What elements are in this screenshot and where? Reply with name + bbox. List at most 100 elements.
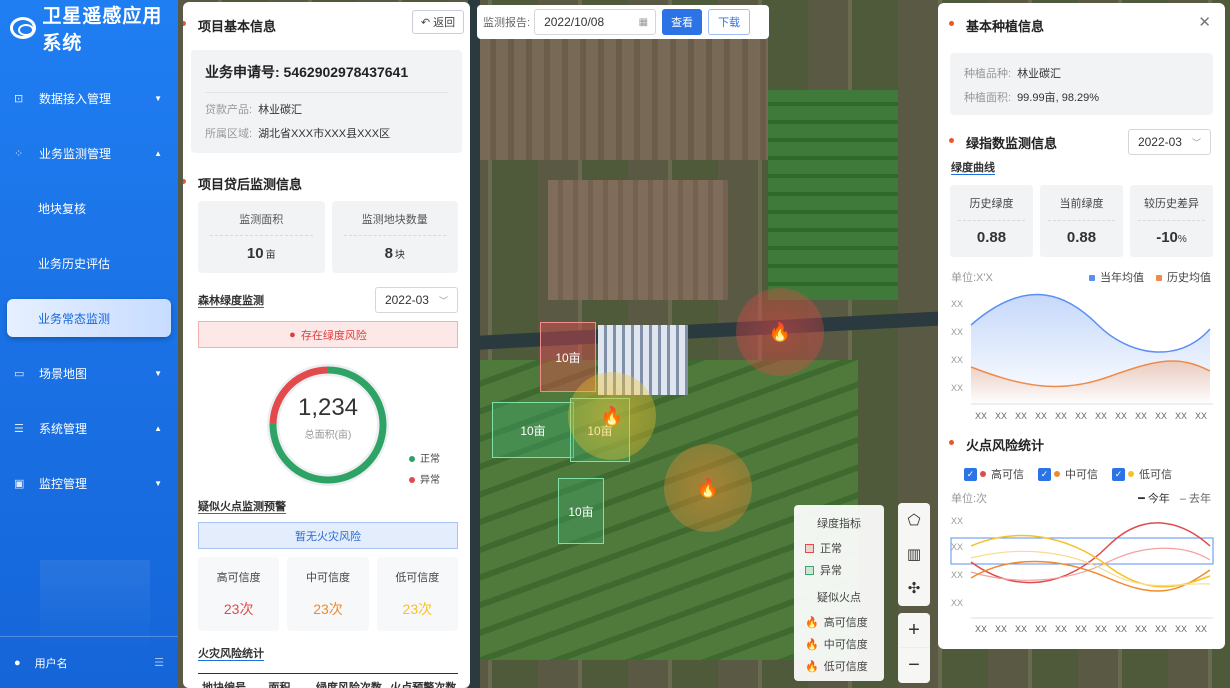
x-tick: XX: [975, 411, 987, 421]
nav-data-import[interactable]: ⊡ 数据接入管理 ▼: [0, 71, 178, 126]
nav-system[interactable]: ☰ 系统管理 ▲: [0, 401, 178, 456]
user-bar[interactable]: ● 用户名 ☰: [0, 636, 178, 688]
legend-last-year: 去年: [1189, 493, 1211, 505]
collapse-icon[interactable]: ☰: [154, 656, 164, 669]
stat-current-green: 当前绿度 0.88: [1040, 185, 1123, 257]
monitor-icon: ▣: [14, 478, 25, 490]
conf-value: 23次: [223, 601, 254, 617]
legend-label: 中可信度: [823, 639, 868, 651]
map-legend: 绿度指标 正常 异常 疑似火点 🔥 高可信度 🔥 中可信度 🔥 低可信度: [794, 505, 884, 681]
forest-month-select[interactable]: 2022-03 ﹀: [374, 287, 458, 313]
nav-monitor[interactable]: ▣ 监控管理 ▼: [0, 456, 178, 511]
check-high[interactable]: ✓ 高可信: [964, 466, 1024, 482]
legend-normal: 正常: [420, 454, 440, 465]
x-tick: XX: [1115, 624, 1127, 634]
flame-icon: 🔥: [805, 660, 819, 673]
download-button[interactable]: 下载: [708, 9, 751, 35]
road-layer-icon[interactable]: ▥: [898, 537, 930, 571]
logo-icon: [10, 17, 37, 39]
data-import-icon: ⊡: [14, 93, 24, 105]
select-value: 2022-03: [1137, 135, 1182, 149]
low-dot: [1128, 471, 1134, 477]
fire-point-high[interactable]: 🔥: [736, 288, 824, 376]
map-icon: ▭: [14, 368, 25, 380]
report-date-picker[interactable]: 2022/10/08 ▦: [534, 9, 657, 35]
conf-high: 高可信度 23次: [198, 557, 280, 631]
calendar-icon: ▦: [638, 16, 649, 28]
x-tick: XX: [1095, 624, 1107, 634]
date-value: 2022/10/08: [544, 15, 605, 29]
stat-area: 监测面积 10 亩: [198, 201, 325, 273]
legend-mid: 🔥 中可信度: [794, 633, 884, 655]
stat-label: 监测面积: [210, 211, 313, 236]
nav-sub-history-eval[interactable]: 业务历史评估: [0, 236, 178, 291]
parcel-normal[interactable]: 10亩: [558, 478, 604, 544]
stat-label: 当前绿度: [1048, 195, 1115, 221]
legend-cur-dot: [1089, 275, 1095, 281]
y-tick: XX: [951, 516, 963, 526]
legend-abnormal: 异常: [794, 559, 884, 581]
forest-title: 森林绿度监测: [198, 295, 264, 307]
donut-total-label: 总面积(亩): [304, 430, 352, 441]
polygon-draw-icon[interactable]: ⬠: [898, 503, 930, 537]
nav-scene-map[interactable]: ▭ 场景地图 ▼: [0, 346, 178, 401]
grid-icon: ⁘: [14, 148, 24, 160]
warning-icon: ●: [289, 328, 296, 341]
zoom-in-button[interactable]: +: [898, 613, 930, 648]
chevron-up-icon: ▲: [154, 424, 162, 433]
donut-area: 1,234 总面积(亩) 正常 异常: [183, 348, 470, 498]
this-year-mark: ━: [1138, 493, 1145, 505]
legend-history: 历史均值: [1167, 272, 1211, 284]
x-tick: XX: [1095, 411, 1107, 421]
x-tick: XX: [1015, 624, 1027, 634]
x-tick: XX: [1035, 624, 1047, 634]
nav-business-monitor[interactable]: ⁘ 业务监测管理 ▲: [0, 126, 178, 181]
stat-value: 0.88: [1066, 229, 1097, 246]
region-row: 所属区域: 湖北省XXX市XXX县XXX区: [205, 125, 448, 141]
check-mid[interactable]: ✓ 中可信: [1038, 466, 1098, 482]
nav-sub-routine-monitor[interactable]: 业务常态监测: [7, 299, 171, 337]
parcel-label: 10亩: [568, 504, 594, 519]
monitor-title: 项目贷后监测信息: [183, 174, 470, 193]
zoom-out-button[interactable]: −: [898, 648, 930, 683]
product-label: 贷款产品:: [205, 104, 253, 116]
donut-legend: 正常 异常: [409, 450, 440, 486]
fire-point-low[interactable]: 🔥: [568, 372, 656, 460]
col-plot-no: 地块编号: [202, 682, 246, 688]
stat-unit: 亩: [265, 250, 276, 261]
flame-icon: 🔥: [805, 638, 819, 651]
fire-point-mid[interactable]: 🔥: [664, 444, 752, 532]
conf-value: 23次: [402, 601, 433, 617]
chevron-down-icon: ﹀: [1191, 137, 1201, 148]
stat-diff: 较历史差异 -10%: [1130, 185, 1213, 257]
fire-filter: ✓ 高可信 ✓ 中可信 ✓ 低可信: [964, 466, 1225, 482]
close-icon[interactable]: ✕: [1198, 13, 1211, 31]
green-stats: 历史绿度 0.88 当前绿度 0.88 较历史差异 -10%: [950, 185, 1213, 257]
view-button[interactable]: 查看: [662, 9, 703, 35]
stat-label: 较历史差异: [1138, 195, 1205, 221]
x-tick: XX: [1075, 411, 1087, 421]
conf-low: 低可信度 23次: [376, 557, 458, 631]
satellite-layer-icon[interactable]: ✣: [898, 571, 930, 605]
nav-sub-plot-review[interactable]: 地块复核: [0, 181, 178, 236]
back-button[interactable]: ↶ 返回: [412, 10, 464, 34]
x-tick: XX: [995, 411, 1007, 421]
nav-label: 业务监测管理: [39, 147, 112, 161]
parcel-normal[interactable]: 10亩: [492, 402, 574, 458]
green-curve-title: 绿度曲线: [951, 162, 995, 174]
x-tick: XX: [1155, 624, 1167, 634]
green-month-select[interactable]: 2022-03 ﹀: [1127, 129, 1211, 155]
donut-total-value: 1,234: [297, 394, 359, 421]
x-tick: XX: [1195, 411, 1207, 421]
green-index-title: 绿指数监测信息: [948, 133, 1057, 152]
x-tick: XX: [1175, 624, 1187, 634]
legend-fire-title: 疑似火点: [817, 592, 861, 604]
crop-row: 种植品种: 林业碳汇: [964, 65, 1199, 81]
plant-panel: 基本种植信息 ✕ 种植品种: 林业碳汇 种植面积: 99.99亩, 98.29% 绿…: [938, 3, 1225, 649]
y-tick: XX: [951, 327, 963, 337]
check-low[interactable]: ✓ 低可信: [1112, 466, 1172, 482]
plant-info: 种植品种: 林业碳汇 种植面积: 99.99亩, 98.29%: [950, 53, 1213, 115]
high-dot: [980, 471, 986, 477]
normal-swatch: [805, 565, 814, 575]
parcel-label: 10亩: [555, 350, 581, 365]
